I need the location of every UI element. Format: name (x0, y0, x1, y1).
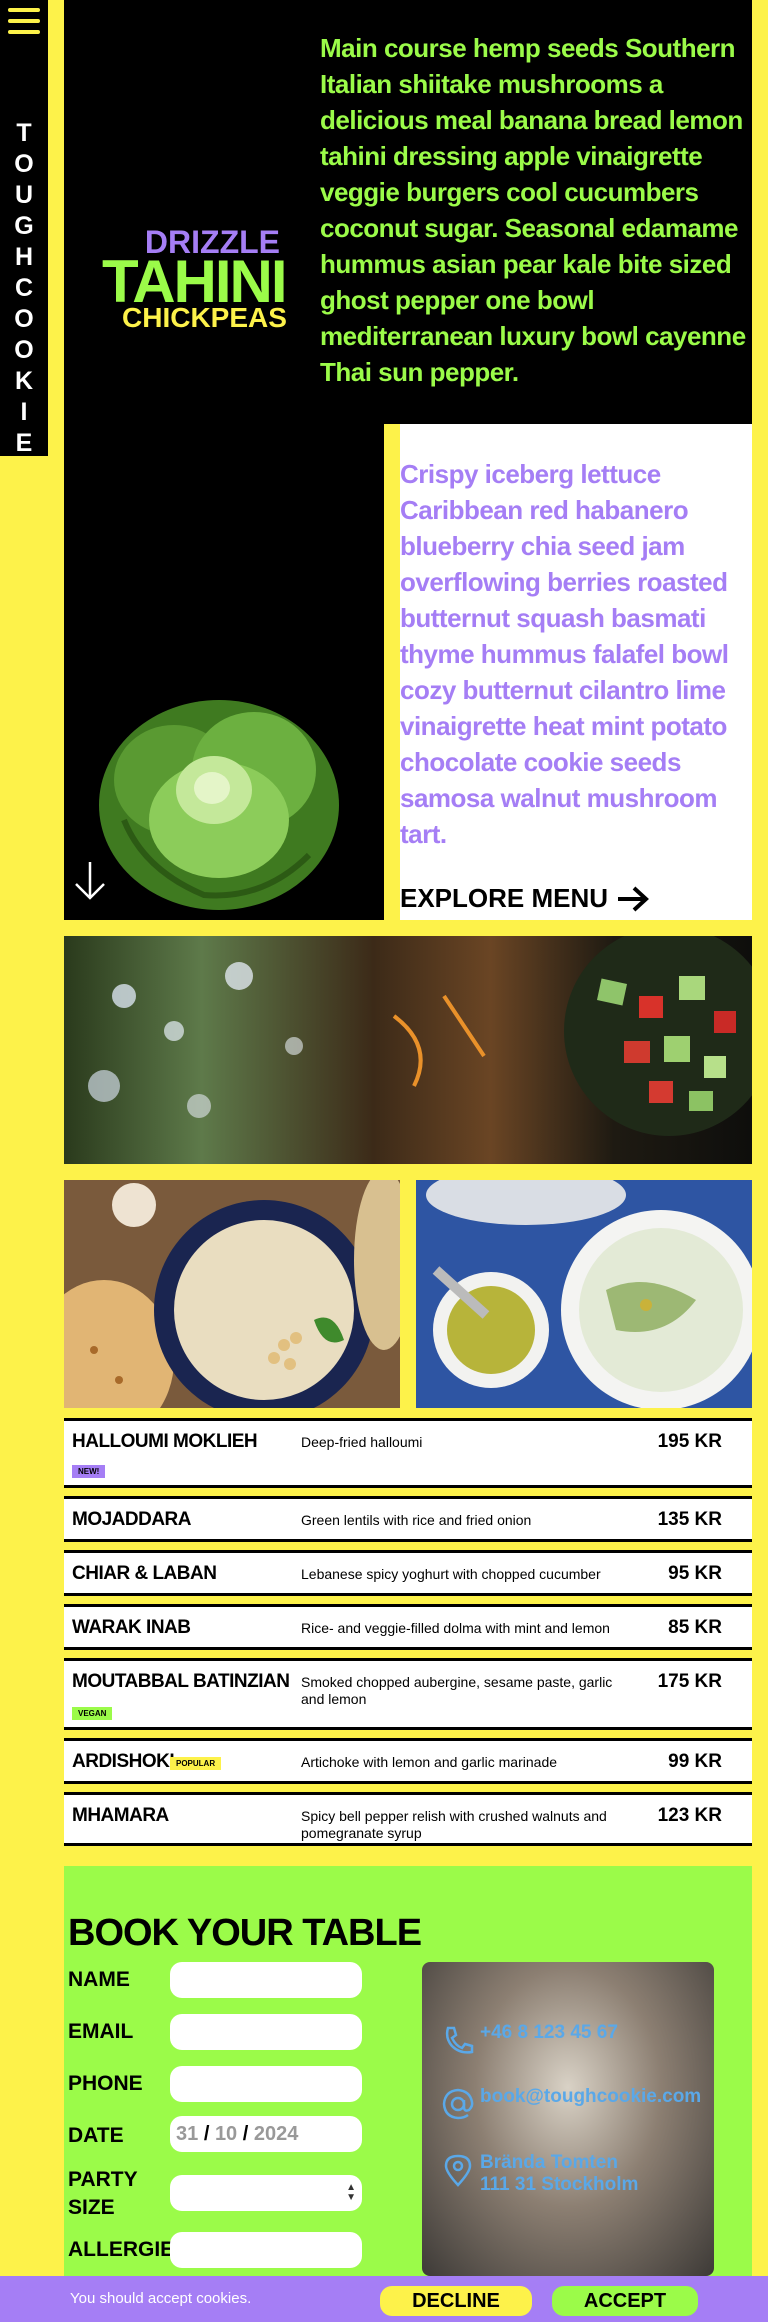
menu-item-name: ARDISHOKI (72, 1751, 175, 1772)
brand-letter: O (14, 150, 34, 178)
menu-item-desc: Lebanese spicy yoghurt with chopped cucu… (301, 1566, 601, 1582)
hamburger-menu-icon[interactable] (8, 8, 40, 38)
at-sign-icon (442, 2088, 474, 2120)
date-month: 10 (214, 2123, 238, 2145)
menu-item-name: HALLOUMI MOKLIEH (72, 1431, 258, 1452)
menu-item-price: 123 KR (657, 1805, 722, 1826)
menu-item-desc: Smoked chopped aubergine, sesame paste, … (301, 1674, 613, 1707)
stepper-arrows-icon[interactable]: ▲ ▼ (346, 2183, 356, 2203)
menu-item[interactable]: MOJADDARA Green lentils with rice and fr… (64, 1496, 752, 1542)
name-input[interactable] (170, 1962, 362, 1998)
location-pin-icon (444, 2154, 472, 2187)
date-separator: / (242, 2123, 249, 2145)
menu-item[interactable]: MHAMARA Spicy bell pepper relish with cr… (64, 1792, 752, 1846)
menu-item[interactable]: MOUTABBAL BATINZIAN VEGAN Smoked chopped… (64, 1658, 752, 1730)
contact-address[interactable]: Brända Tomten 111 31 Stockholm (440, 2152, 638, 2196)
menu-item-price: 95 KR (668, 1563, 722, 1584)
explore-menu-label: EXPLORE MENU (400, 883, 609, 913)
vegan-badge: VEGAN (72, 1707, 113, 1720)
phone-icon (445, 2026, 474, 2054)
menu-item-price: 85 KR (668, 1617, 722, 1638)
menu-item-desc: Green lentils with rice and fried onion (301, 1512, 532, 1528)
booking-title: BOOK YOUR TABLE (68, 1912, 422, 1954)
contact-phone[interactable]: +46 8 123 45 67 (440, 2022, 618, 2058)
party-size-stepper[interactable]: ▲ ▼ (170, 2175, 362, 2211)
brand-logo-vertical[interactable]: T O U G H C O O K I E (0, 118, 48, 459)
menu-item-name: WARAK INAB (72, 1617, 191, 1638)
brand-letter: I (20, 398, 28, 426)
decline-cookies-button[interactable]: DECLINE (380, 2286, 532, 2316)
party-label-line2: SIZE (68, 2196, 115, 2219)
menu-item-desc: Deep-fried halloumi (301, 1434, 423, 1450)
phone-label: PHONE (68, 2072, 143, 2095)
menu-item-price: 99 KR (668, 1751, 722, 1772)
hero-text: Main course hemp seeds Southern Italian … (320, 33, 746, 387)
brand-letter: O (14, 336, 34, 364)
contact-email[interactable]: book@toughcookie.com (440, 2086, 701, 2122)
menu-item-desc: Spicy bell pepper relish with crushed wa… (301, 1808, 607, 1841)
menu-list: HALLOUMI MOKLIEH NEW! Deep-fried halloum… (64, 1418, 752, 1854)
brand-letter: H (14, 243, 34, 271)
menu-item-name: MOJADDARA (72, 1509, 192, 1530)
menu-item-name: MHAMARA (72, 1805, 169, 1826)
date-separator: / (203, 2123, 210, 2145)
menu-item[interactable]: ARDISHOKI POPULAR Artichoke with lemon a… (64, 1738, 752, 1784)
accept-cookies-button[interactable]: ACCEPT (552, 2286, 698, 2316)
menu-item-desc: Artichoke with lemon and garlic marinade (301, 1754, 558, 1770)
brand-letter: G (14, 212, 34, 240)
food-banner-image (64, 936, 752, 1164)
menu-item[interactable]: CHIAR & LABAN Lebanese spicy yoghurt wit… (64, 1550, 752, 1596)
hummus-image (64, 1180, 400, 1408)
brand-letter: O (14, 305, 34, 333)
date-label: DATE (68, 2124, 124, 2147)
brand-letter: K (14, 367, 34, 395)
brand-letter: C (14, 274, 34, 302)
arrow-right-icon (618, 886, 649, 911)
cookie-message: You should accept cookies. (70, 2290, 252, 2307)
date-year: 2024 (253, 2123, 299, 2145)
brand-letter: T (16, 119, 32, 147)
menu-item-price: 195 KR (657, 1431, 722, 1452)
party-label-line1: PARTY (68, 2168, 138, 2191)
menu-item-price: 135 KR (657, 1509, 722, 1530)
menu-item-name: CHIAR & LABAN (72, 1563, 217, 1584)
lettuce-image (99, 700, 339, 910)
intro-text: Crispy iceberg lettuce Caribbean red hab… (400, 459, 729, 849)
restaurant-logo: DRIZZLE TAHINI CHICKPEAS (98, 220, 288, 340)
menu-item-desc: Rice- and veggie-filled dolma with mint … (301, 1620, 610, 1636)
sidebar: T O U G H C O O K I E (0, 0, 48, 459)
scroll-down-arrow-icon[interactable] (72, 860, 108, 902)
brand-letter: U (14, 181, 34, 209)
name-label: NAME (68, 1968, 130, 1991)
cookie-banner: You should accept cookies. DECLINE ACCEP… (0, 2276, 768, 2322)
menu-item[interactable]: HALLOUMI MOKLIEH NEW! Deep-fried halloum… (64, 1418, 752, 1488)
date-input[interactable]: 31 / 10 / 2024 (170, 2116, 362, 2152)
new-badge: NEW! (72, 1465, 106, 1478)
phone-input[interactable] (170, 2066, 362, 2102)
date-day: 31 (176, 2123, 199, 2145)
menu-item-name: MOUTABBAL BATINZIAN (72, 1671, 290, 1692)
explore-menu-link[interactable]: EXPLORE MENU (400, 883, 650, 914)
logo-chickpeas: CHICKPEAS (122, 302, 287, 333)
popular-badge: POPULAR (170, 1757, 222, 1770)
menu-item-price: 175 KR (657, 1671, 722, 1692)
contact-phone-text: +46 8 123 45 67 (480, 2022, 618, 2043)
contact-address-line1: Brända Tomten (480, 2152, 618, 2173)
contact-address-line2: 111 31 Stockholm (480, 2174, 639, 2195)
party-size-label: PARTY SIZE (68, 2166, 138, 2222)
allergies-input[interactable] (170, 2232, 362, 2268)
menu-item[interactable]: WARAK INAB Rice- and veggie-filled dolma… (64, 1604, 752, 1650)
brand-letter: E (15, 429, 33, 457)
contact-email-text: book@toughcookie.com (480, 2086, 702, 2107)
dips-image (416, 1180, 752, 1408)
email-input[interactable] (170, 2014, 362, 2050)
email-label: EMAIL (68, 2020, 134, 2043)
